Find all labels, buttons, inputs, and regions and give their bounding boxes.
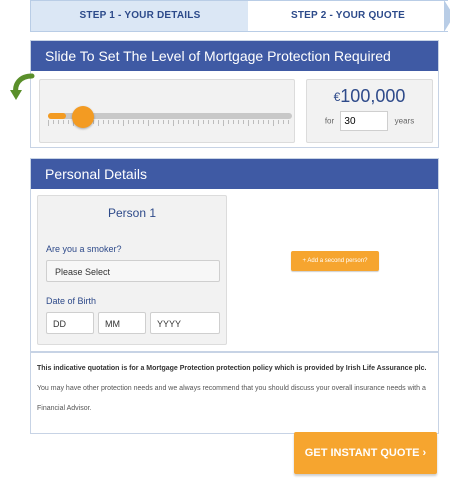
slider-tick (98, 120, 99, 126)
disclaimer-rest: You may have other protection needs and … (37, 385, 426, 412)
slider-tick (153, 120, 154, 124)
slider-tick (223, 120, 224, 126)
slider-tick (268, 120, 269, 124)
slider-tick (53, 120, 54, 124)
step-progress: STEP 1 - YOUR DETAILS STEP 2 - YOUR QUOT… (30, 0, 450, 32)
cover-amount: €100,000 (307, 86, 432, 107)
slider-tick (108, 120, 109, 124)
slider-tick (218, 120, 219, 124)
dob-label: Date of Birth (46, 296, 97, 306)
slider-fill (48, 113, 66, 119)
dob-day-input[interactable]: DD (46, 312, 94, 334)
step-1-tab: STEP 1 - YOUR DETAILS (30, 0, 265, 32)
term-years-input[interactable] (340, 111, 389, 131)
disclaimer-bold: This indicative quotation is for a Mortg… (37, 365, 427, 372)
slider-tick (228, 120, 229, 124)
slider-tick (123, 120, 124, 126)
slider-tick (163, 120, 164, 124)
slider-tick (248, 120, 249, 126)
slider-tick (243, 120, 244, 124)
disclaimer-text: This indicative quotation is for a Mortg… (30, 352, 439, 434)
step-2-tab: STEP 2 - YOUR QUOTE (248, 0, 450, 32)
person-1-title: Person 1 (107, 206, 157, 220)
smoker-select[interactable]: Please Select (46, 260, 220, 282)
slider-tick (63, 120, 64, 124)
slider-thumb[interactable] (71, 106, 94, 128)
slider-tick (103, 120, 104, 124)
slider-tick (113, 120, 114, 124)
curved-arrow-icon (10, 73, 35, 100)
personal-details-title: Personal Details (31, 159, 438, 189)
dob-year-input[interactable]: YYYY (150, 312, 220, 334)
slider-tick (158, 120, 159, 124)
smoker-label: Are you a smoker? (46, 244, 122, 254)
slider-tick (118, 120, 119, 124)
slider-tick (148, 120, 149, 126)
slider-tick (48, 120, 49, 126)
slider-tick (278, 120, 279, 124)
slider-tick (263, 120, 264, 124)
slider-container (39, 79, 295, 143)
protection-level-panel: Slide To Set The Level of Mortgage Prote… (30, 40, 439, 148)
slider-tick (183, 120, 184, 124)
slider-tick (233, 120, 234, 124)
slider-tick (213, 120, 214, 124)
cover-amount-value: 100,000 (340, 86, 406, 106)
term-years-label: years (394, 116, 415, 126)
slider-tick (283, 120, 284, 124)
amount-display: €100,000 for years (306, 79, 433, 143)
add-second-person-button[interactable]: + Add a second person? (291, 251, 379, 271)
slider-tick (188, 120, 189, 124)
slider-tick (128, 120, 129, 124)
slider-tick (138, 120, 139, 124)
get-instant-quote-button[interactable]: GET INSTANT QUOTE › (294, 432, 437, 474)
person-1-card: Person 1 Are you a smoker? Please Select… (37, 195, 227, 345)
slider-tick (58, 120, 59, 124)
slider-tick (198, 120, 199, 126)
personal-details-panel: Personal Details Person 1 Are you a smok… (30, 158, 439, 352)
slider-tick (253, 120, 254, 124)
slider-tick (258, 120, 259, 124)
slider-tick (238, 120, 239, 124)
slider-tick (203, 120, 204, 124)
slider-tick (208, 120, 209, 124)
slider-tick (133, 120, 134, 124)
slider-tick (68, 120, 69, 124)
slider-tick (173, 120, 174, 126)
dob-month-input[interactable]: MM (98, 312, 146, 334)
slider-tick (288, 120, 289, 124)
slider-tick (193, 120, 194, 124)
term-for-label: for (324, 116, 335, 126)
protection-level-title: Slide To Set The Level of Mortgage Prote… (31, 41, 438, 71)
slider-tick (178, 120, 179, 124)
slider-tick (168, 120, 169, 124)
term-row: for years (307, 111, 432, 131)
slider-tick (273, 120, 274, 126)
slider-tick (143, 120, 144, 124)
